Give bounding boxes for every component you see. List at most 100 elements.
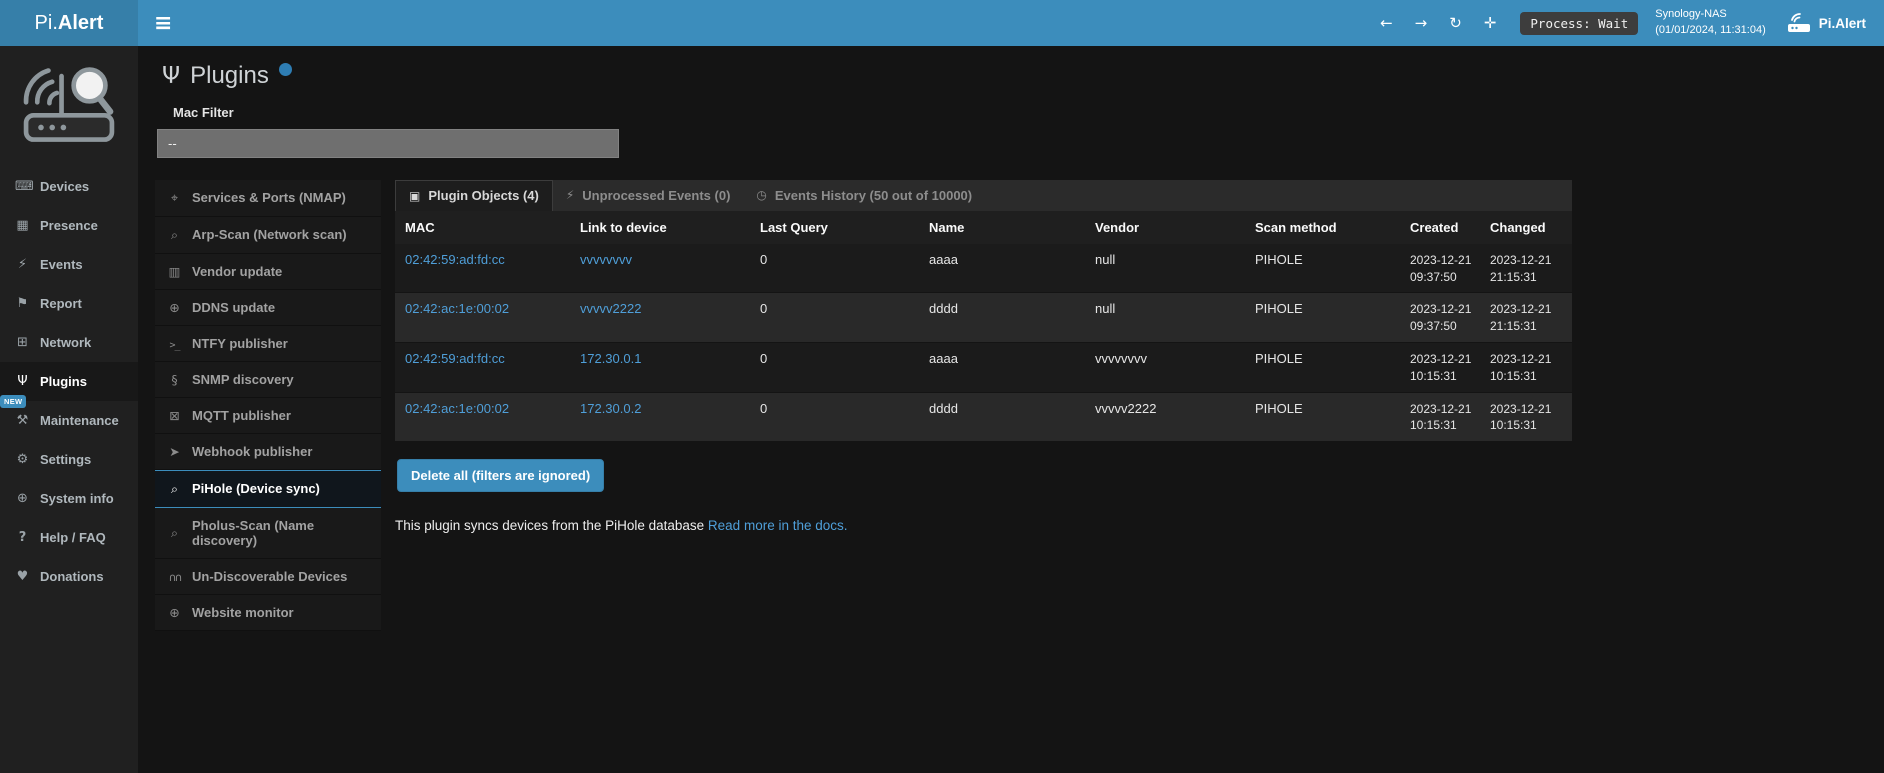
tab-bar: Plugin Objects (4) Unprocessed Events (0)… — [395, 180, 1572, 211]
column-header-changed: Changed — [1480, 211, 1572, 244]
plugin-nav-item-pholus-scan-name-discovery[interactable]: Pholus-Scan (Name discovery) — [155, 508, 381, 559]
host-time: (01/01/2024, 11:31:04) — [1655, 23, 1766, 39]
plugin-nav-item-pihole-device-sync[interactable]: PiHole (Device sync) — [155, 470, 381, 508]
plugin-nav-item-website-monitor[interactable]: Website monitor — [155, 595, 381, 631]
cell-created: 2023-12-21 09:37:50 — [1400, 293, 1480, 343]
cell-last_query: 0 — [750, 293, 919, 343]
app-name: Pi.Alert — [1819, 16, 1866, 31]
tab-label: Unprocessed Events (0) — [582, 188, 730, 203]
cell-link_to_device: 172.30.0.2 — [570, 392, 750, 442]
device-link[interactable]: 172.30.0.2 — [580, 401, 641, 416]
plugin-nav-item-arp-scan-network-scan[interactable]: Arp-Scan (Network scan) — [155, 217, 381, 254]
device-link[interactable]: vvvvv2222 — [580, 301, 641, 316]
unprocessed-events-icon — [566, 188, 574, 202]
tab-events-history-50-out-of-10000[interactable]: Events History (50 out of 10000) — [743, 180, 985, 211]
sidebar-item-report[interactable]: Report — [0, 284, 138, 323]
cell-vendor: null — [1085, 244, 1245, 293]
cell-name: dddd — [919, 293, 1085, 343]
sidebar-item-help-faq[interactable]: Help / FAQ — [0, 518, 138, 557]
mac-filter-input[interactable] — [157, 129, 619, 158]
arpscan-icon — [167, 227, 182, 243]
sidebar-item-donations[interactable]: Donations — [0, 557, 138, 596]
docs-link[interactable]: Read more in the docs. — [708, 518, 848, 533]
device-link[interactable]: vvvvvvvv — [580, 252, 632, 267]
plugin-description: This plugin syncs devices from the PiHol… — [395, 518, 1572, 533]
cell-scan_method: PIHOLE — [1245, 392, 1400, 442]
plugin-nav-item-snmp-discovery[interactable]: SNMP discovery — [155, 362, 381, 398]
sidebar-item-devices[interactable]: Devices — [0, 167, 138, 206]
plugin-panel: Plugin Objects (4) Unprocessed Events (0)… — [395, 180, 1572, 533]
plugin-nav-label: PiHole (Device sync) — [192, 481, 320, 496]
mac-link[interactable]: 02:42:59:ad:fd:cc — [405, 252, 505, 267]
cell-name: aaaa — [919, 342, 1085, 392]
plugin-nav-item-mqtt-publisher[interactable]: MQTT publisher — [155, 398, 381, 434]
undiscoverable-icon — [167, 569, 182, 584]
cell-link_to_device: 172.30.0.1 — [570, 342, 750, 392]
sidebar-item-presence[interactable]: Presence — [0, 206, 138, 245]
sidebar-item-label: Devices — [40, 179, 89, 194]
plugin-nav-label: NTFY publisher — [192, 336, 288, 351]
column-header-scan-method: Scan method — [1245, 211, 1400, 244]
docs-badge[interactable] — [279, 63, 292, 76]
plugin-nav-item-services-ports-nmap[interactable]: Services & Ports (NMAP) — [155, 180, 381, 217]
sidebar: Devices Presence Events Report Network Plugin… — [0, 46, 138, 773]
pihole-icon — [167, 481, 182, 497]
sidebar-item-events[interactable]: Events — [0, 245, 138, 284]
table-row: 02:42:ac:1e:00:02172.30.0.20ddddvvvvv222… — [395, 392, 1572, 442]
cell-mac: 02:42:59:ad:fd:cc — [395, 342, 570, 392]
cell-mac: 02:42:ac:1e:00:02 — [395, 392, 570, 442]
pialert-logo — [0, 46, 138, 161]
page-title-row: Plugins — [155, 62, 1884, 91]
website-icon — [167, 605, 182, 620]
cell-changed: 2023-12-21 21:15:31 — [1480, 244, 1572, 293]
move-icon[interactable] — [1473, 14, 1508, 32]
objects-icon — [409, 189, 420, 203]
mac-link[interactable]: 02:42:ac:1e:00:02 — [405, 301, 509, 316]
host-info: Synology-NAS (01/01/2024, 11:31:04) — [1655, 7, 1766, 39]
refresh-icon[interactable] — [1438, 14, 1473, 32]
sidebar-item-label: Presence — [40, 218, 98, 233]
webhook-icon — [167, 444, 182, 459]
plugin-nav-label: SNMP discovery — [192, 372, 294, 387]
sidebar-item-system-info[interactable]: System info — [0, 479, 138, 518]
events-history-icon — [756, 188, 766, 202]
tab-unprocessed-events-0[interactable]: Unprocessed Events (0) — [553, 180, 744, 211]
vendor-update-icon — [167, 264, 182, 279]
sidebar-item-label: Network — [40, 335, 91, 350]
sidebar-item-label: Events — [40, 257, 83, 272]
header-right-cluster: Process: Wait Synology-NAS (01/01/2024, … — [1369, 0, 1884, 46]
plugin-nav-item-webhook-publisher[interactable]: Webhook publisher — [155, 434, 381, 470]
plugin-nav-item-ntfy-publisher[interactable]: NTFY publisher — [155, 326, 381, 362]
plugin-nav-label: Website monitor — [192, 605, 294, 620]
cell-link_to_device: vvvvv2222 — [570, 293, 750, 343]
cell-created: 2023-12-21 10:15:31 — [1400, 342, 1480, 392]
mac-filter: Mac Filter — [155, 105, 1884, 158]
mac-link[interactable]: 02:42:59:ad:fd:cc — [405, 351, 505, 366]
plugin-nav-label: Vendor update — [192, 264, 282, 279]
plugin-nav-label: MQTT publisher — [192, 408, 291, 423]
back-icon[interactable] — [1369, 14, 1404, 32]
plugin-nav-item-un-discoverable-devices[interactable]: Un-Discoverable Devices — [155, 559, 381, 595]
host-name: Synology-NAS — [1655, 7, 1766, 23]
sidebar-item-network[interactable]: Network — [0, 323, 138, 362]
sidebar-item-label: Plugins — [40, 374, 87, 389]
cell-changed: 2023-12-21 10:15:31 — [1480, 342, 1572, 392]
device-link[interactable]: 172.30.0.1 — [580, 351, 641, 366]
plugin-nav-item-ddns-update[interactable]: DDNS update — [155, 290, 381, 326]
delete-all-button[interactable]: Delete all (filters are ignored) — [397, 459, 604, 492]
sidebar-item-maintenance[interactable]: MaintenanceNEW — [0, 401, 138, 440]
brand-logo[interactable]: Pi.Alert — [0, 0, 138, 46]
cell-scan_method: PIHOLE — [1245, 342, 1400, 392]
system-info-icon — [15, 491, 30, 506]
plugin-nav-label: Pholus-Scan (Name discovery) — [192, 518, 369, 548]
tab-plugin-objects-4[interactable]: Plugin Objects (4) — [395, 180, 553, 211]
cell-last_query: 0 — [750, 244, 919, 293]
sidebar-item-label: System info — [40, 491, 114, 506]
plugin-nav-item-vendor-update[interactable]: Vendor update — [155, 254, 381, 290]
cell-scan_method: PIHOLE — [1245, 293, 1400, 343]
forward-icon[interactable] — [1404, 14, 1439, 32]
mac-link[interactable]: 02:42:ac:1e:00:02 — [405, 401, 509, 416]
sidebar-item-settings[interactable]: Settings — [0, 440, 138, 479]
menu-icon[interactable] — [138, 0, 188, 46]
cell-scan_method: PIHOLE — [1245, 244, 1400, 293]
